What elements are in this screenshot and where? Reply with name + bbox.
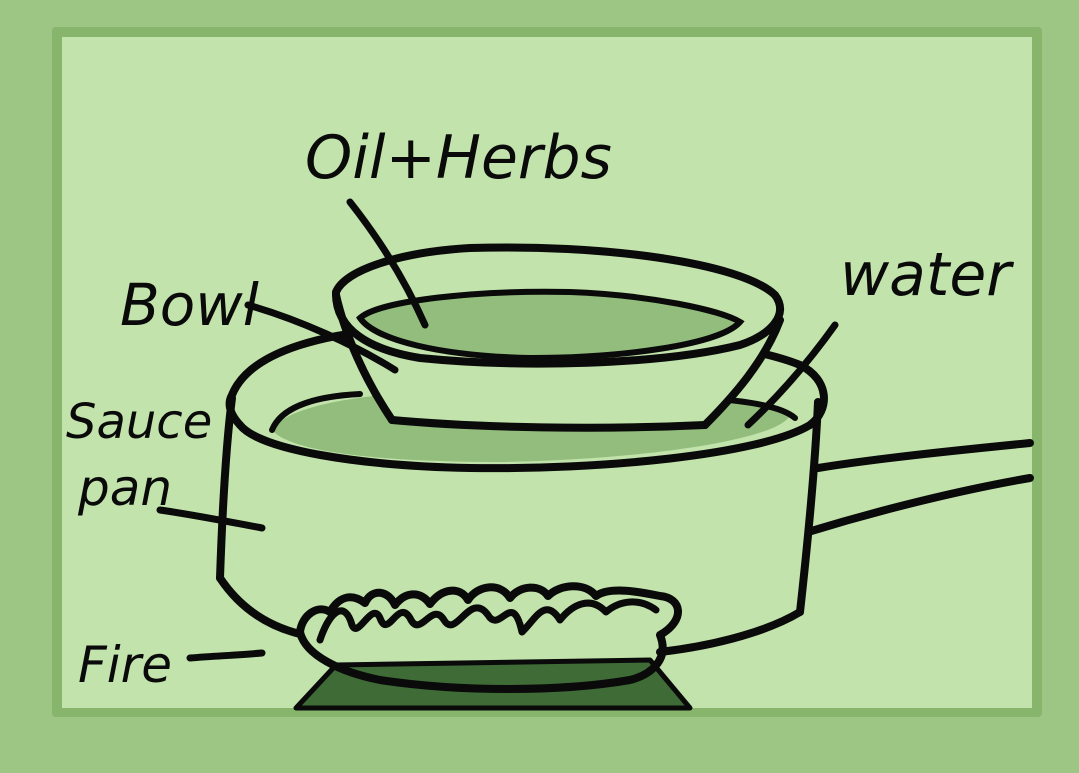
water-label: water: [840, 240, 1014, 310]
sauce-label: Sauce: [66, 394, 212, 450]
bowl-label: Bowl: [120, 271, 259, 339]
double-boiler-diagram: Oil+Herbs Bowl water Sauce pan Fire: [52, 27, 1042, 717]
fire-label: Fire: [78, 636, 172, 694]
pan-label: pan: [77, 459, 172, 517]
stove-burner: [293, 657, 693, 711]
fire-leader-line: [186, 649, 266, 662]
oil-herbs-label: Oil+Herbs: [305, 123, 612, 193]
